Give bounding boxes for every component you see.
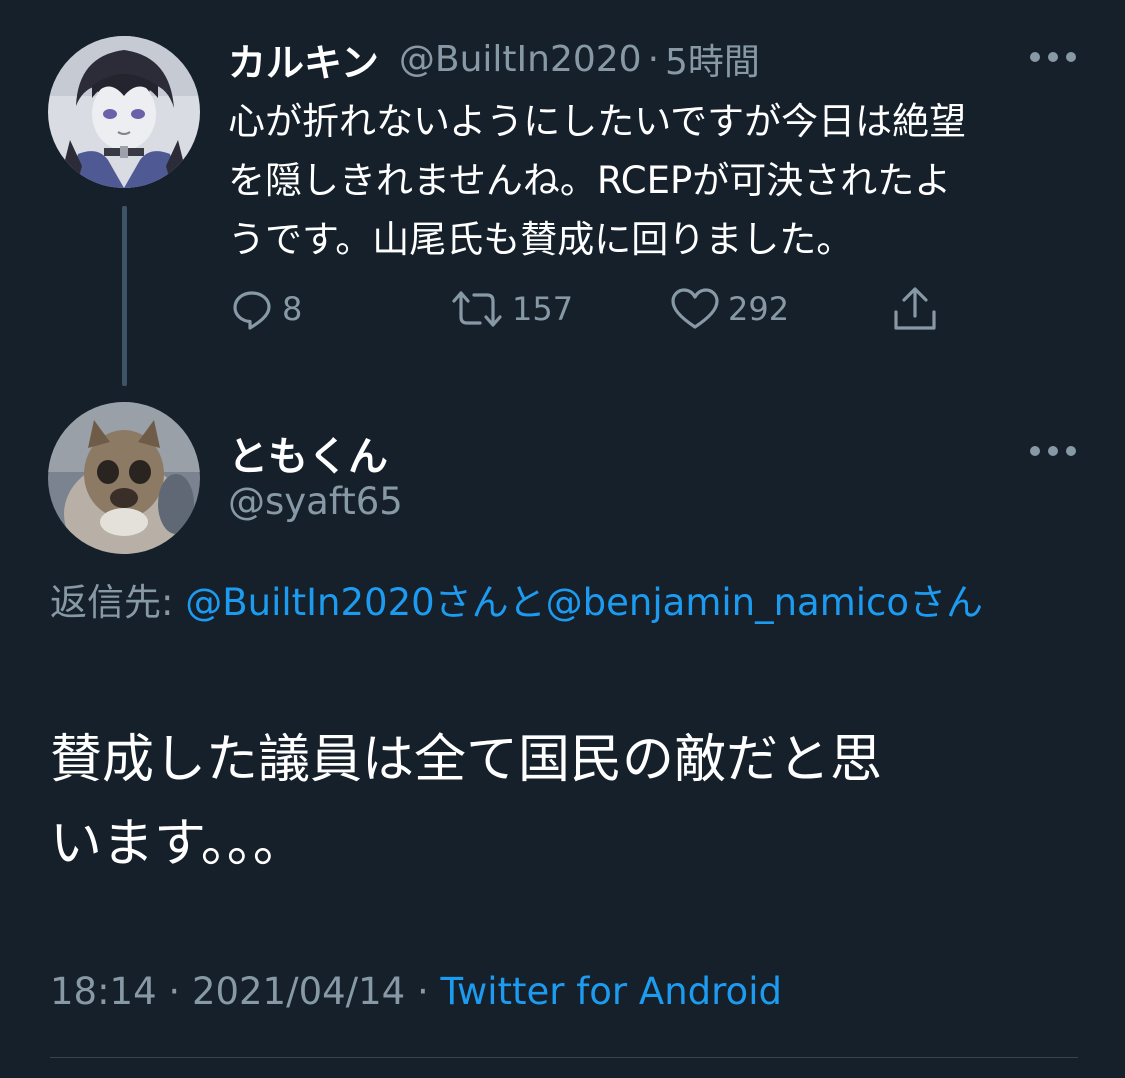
mention-joiner: さんと xyxy=(434,581,546,624)
retweet-button[interactable]: 157 xyxy=(450,286,573,332)
main-display-name[interactable]: ともくん xyxy=(228,424,388,482)
more-dots-icon[interactable] xyxy=(1030,50,1076,64)
reply-icon xyxy=(233,291,271,330)
parent-tweet-line: を隠しきれませんね。RCEPが可決されたよ xyxy=(228,159,952,202)
cat-photo-avatar xyxy=(48,402,200,554)
share-icon xyxy=(894,287,936,330)
meta-separator: · xyxy=(647,38,660,80)
mention-suffix: さん xyxy=(909,581,984,624)
replying-to-line: 返信先: @BuiltIn2020さんと@benjamin_namicoさん xyxy=(50,575,1070,631)
reply-button[interactable]: 8 xyxy=(230,286,302,332)
thread-connector-line xyxy=(122,206,127,386)
timestamp-date[interactable]: 2021/04/14 xyxy=(192,970,405,1013)
parent-tweet-header: カルキン @BuiltIn2020 · 5時間 xyxy=(228,32,760,87)
main-avatar[interactable] xyxy=(48,402,200,554)
parent-tweet-line: 心が折れないようにしたいですが今日は絶望 xyxy=(228,100,967,143)
parent-time-ago[interactable]: 5時間 xyxy=(665,33,760,85)
main-tweet-line: 賛成した議員は全て国民の敵だと思 xyxy=(50,730,883,790)
heart-icon xyxy=(671,288,719,329)
main-tweet-text: 賛成した議員は全て国民の敵だと思 います。。。 xyxy=(50,718,1090,886)
replying-to-label: 返信先: xyxy=(50,581,174,624)
parent-handle[interactable]: @BuiltIn2020 xyxy=(399,39,642,80)
source-separator: · xyxy=(416,970,429,1013)
reply-count: 8 xyxy=(282,290,303,328)
share-button[interactable] xyxy=(890,286,940,332)
main-handle[interactable]: @syaft65 xyxy=(228,480,403,523)
anime-character-avatar xyxy=(48,36,200,188)
timestamp-time[interactable]: 18:14 xyxy=(50,970,157,1013)
divider xyxy=(50,1057,1078,1058)
retweet-icon xyxy=(452,291,502,327)
main-tweet-line: います。。。 xyxy=(50,814,305,874)
tweet-source-link[interactable]: Twitter for Android xyxy=(441,970,782,1013)
parent-tweet-text: 心が折れないようにしたいですが今日は絶望 を隠しきれませんね。RCEPが可決され… xyxy=(228,92,1078,269)
parent-action-bar: 8 157 292 xyxy=(228,286,948,332)
mention-link[interactable]: @benjamin_namico xyxy=(546,581,909,624)
parent-tweet-line: うです。山尾氏も賛成に回りました。 xyxy=(228,218,854,261)
parent-avatar[interactable] xyxy=(48,36,200,188)
like-button[interactable]: 292 xyxy=(670,286,789,332)
retweet-count: 157 xyxy=(512,290,574,328)
timestamp-separator: · xyxy=(168,970,181,1013)
tweet-timestamp: 18:14 · 2021/04/14 · Twitter for Android xyxy=(50,970,782,1013)
like-count: 292 xyxy=(728,290,790,328)
more-dots-icon[interactable] xyxy=(1030,444,1076,458)
parent-display-name[interactable]: カルキン xyxy=(228,32,379,87)
mention-link[interactable]: @BuiltIn2020 xyxy=(185,581,434,624)
